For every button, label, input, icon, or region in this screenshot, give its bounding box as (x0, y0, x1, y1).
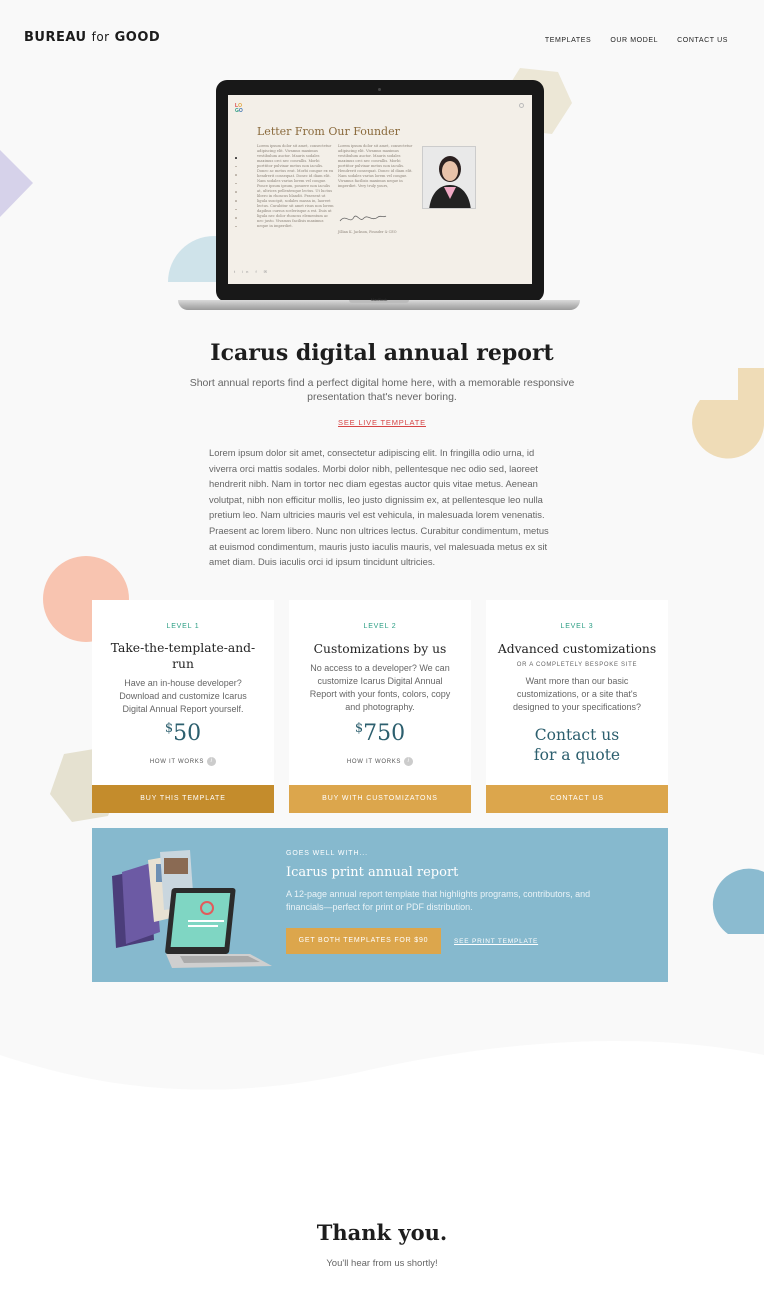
nav-our-model[interactable]: OUR MODEL (610, 37, 658, 44)
card-description: No access to a developer? We can customi… (309, 663, 451, 712)
laptop-preview: LO GO Letter From Our Founder Lorem ipsu… (178, 80, 580, 316)
price-currency: $ (354, 721, 364, 736)
card-description: Want more than our basic customizations,… (512, 676, 642, 712)
buy-with-customizations-button[interactable]: BUY WITH CUSTOMIZATONS (289, 785, 471, 813)
quote-line-2: for a quote (533, 746, 621, 764)
laptop-bezel: LO GO Letter From Our Founder Lorem ipsu… (216, 80, 544, 302)
contact-us-button[interactable]: CONTACT US (486, 785, 668, 813)
price-value: 50 (173, 721, 202, 746)
card-kicker: OR A COMPLETELY BESPOKE SITE (516, 662, 638, 668)
tan-pie-shape (692, 368, 764, 459)
bundle-description: A 12-page annual report template that hi… (286, 889, 591, 912)
purple-triangle-shape (0, 150, 33, 217)
how-it-works-link[interactable]: HOW IT WORKS i (289, 757, 471, 766)
card-level-label: LEVEL 3 (560, 623, 594, 630)
price-value: 750 (363, 721, 406, 746)
white-wave (0, 1040, 764, 1293)
logo-good: GOOD (114, 30, 161, 45)
page-dot (235, 191, 237, 193)
pricing-card-level-1: LEVEL 1 Take-the-template-and-run Have a… (92, 600, 274, 813)
logo-for: for (91, 30, 110, 44)
card-price: $50 (92, 721, 274, 746)
bundle-banner: GOES WELL WITH... Icarus print annual re… (92, 828, 668, 982)
founder-portrait (423, 147, 475, 208)
print-report-devices-image (112, 850, 272, 968)
get-both-templates-button[interactable]: GET BOTH TEMPLATES FOR $90 (286, 928, 441, 954)
page-dot (235, 208, 237, 211)
page-dot (235, 174, 237, 176)
thank-you-subtitle: You'll hear from us shortly! (326, 1258, 438, 1269)
card-title: Customizations by us (313, 642, 447, 656)
card-title: Advanced customizations (497, 642, 657, 656)
page-dot (235, 225, 237, 228)
how-it-works-link[interactable]: HOW IT WORKS i (92, 757, 274, 766)
laptop-screen: LO GO Letter From Our Founder Lorem ipsu… (228, 95, 532, 284)
logo-bureau: BUREAU (24, 30, 87, 45)
how-it-works-label: HOW IT WORKS (149, 759, 205, 766)
how-it-works-label: HOW IT WORKS (346, 759, 402, 766)
pricing-card-level-2: LEVEL 2 Customizations by us No access t… (289, 600, 471, 813)
preview-signer: Jillian K. Jackson, Founder & CEO (338, 230, 397, 234)
pricing-card-level-3: LEVEL 3 Advanced customizations OR A COM… (486, 600, 668, 813)
quote-line-1: Contact us (534, 726, 620, 744)
card-price: $750 (289, 721, 471, 746)
preview-column-1: Lorem ipsum dolor sit amet, consectetur … (257, 144, 334, 228)
see-live-template-link[interactable]: SEE LIVE TEMPLATE (0, 418, 764, 427)
nav-contact-us[interactable]: CONTACT US (677, 37, 728, 44)
preview-social-icons: t in f ✉ (234, 269, 271, 274)
info-icon: i (404, 757, 414, 766)
page-title: Icarus digital annual report (210, 340, 554, 366)
preview-page-dots (235, 157, 238, 234)
card-level-label: LEVEL 1 (166, 623, 200, 630)
page-dot (235, 182, 237, 185)
thank-you-heading: Thank you. (316, 1220, 448, 1245)
description-body: Lorem ipsum dolor sit amet, consectetur … (209, 447, 549, 568)
card-title: Take-the-template-and-run (110, 641, 256, 671)
buy-this-template-button[interactable]: BUY THIS TEMPLATE (92, 785, 274, 813)
info-icon: i (207, 757, 217, 766)
price-currency: $ (164, 721, 174, 736)
blue-quarter-circle (712, 868, 764, 934)
brand-logo[interactable]: BUREAU for GOOD (24, 30, 160, 45)
preview-logo: LO GO (235, 104, 243, 114)
see-print-template-link[interactable]: SEE PRINT TEMPLATE (454, 938, 538, 945)
nav-templates[interactable]: TEMPLATES (545, 37, 592, 44)
founder-photo (422, 146, 476, 209)
logo-o2: O (238, 108, 243, 114)
page-dot (235, 165, 237, 168)
signature-image (339, 215, 387, 222)
page-dot (235, 157, 237, 159)
bundle-kicker: GOES WELL WITH... (286, 850, 368, 857)
card-description: Have an in-house developer? Download and… (119, 678, 247, 714)
page-subtitle: Short annual reports find a perfect digi… (189, 377, 575, 403)
page-dot (235, 199, 237, 202)
device-label: MacBook (370, 297, 388, 302)
top-nav: TEMPLATES OUR MODEL CONTACT US (545, 37, 728, 44)
card-level-label: LEVEL 2 (363, 623, 397, 630)
preview-title: Letter From Our Founder (257, 125, 400, 138)
page-dot (235, 217, 237, 219)
preview-menu-icon (519, 103, 524, 108)
preview-column-2: Lorem ipsum dolor sit amet, consectetur … (338, 144, 413, 188)
bundle-title: Icarus print annual report (286, 865, 459, 880)
contact-for-quote: Contact us for a quote (486, 725, 668, 765)
camera-dot (378, 88, 381, 91)
